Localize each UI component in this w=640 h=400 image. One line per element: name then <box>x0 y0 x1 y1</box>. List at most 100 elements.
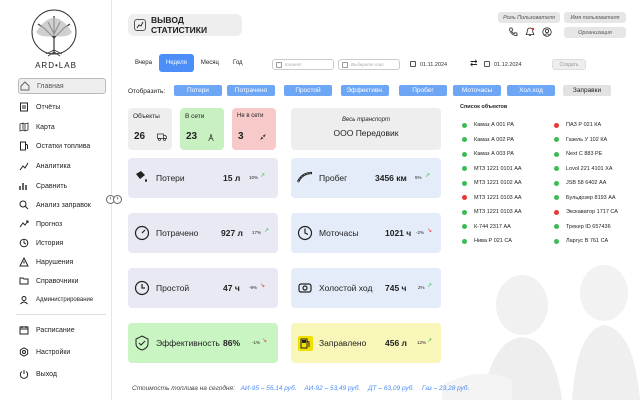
object-list-item[interactable]: МТЗ 1221 0103 АА <box>462 209 522 215</box>
sidebar-item-schedule[interactable]: Расписание <box>18 322 106 338</box>
object-list-item[interactable]: МТЗ 1221 0101 АА <box>462 166 522 172</box>
sidebar-item-history[interactable]: История <box>18 235 106 251</box>
user-name[interactable]: Имя пользователя <box>564 12 626 23</box>
object-list-item[interactable]: Трекер ID 657436 <box>554 224 611 230</box>
tab-yesterday[interactable]: Вчера <box>128 54 159 72</box>
metric-card-idle[interactable]: Простой 47 ч -9% ↘ <box>128 268 278 308</box>
phone-icon[interactable] <box>508 27 518 37</box>
metric-card-losses[interactable]: Потери 15 л 10% ↗ <box>128 158 278 198</box>
metric-value: 47 ч <box>223 283 240 293</box>
object-list-item[interactable]: Экскаватор 1717 СА <box>554 209 618 215</box>
object-list-item[interactable]: Нива Р 021 СА <box>462 238 512 244</box>
object-list-item[interactable]: Камаз А 001 РА <box>462 122 514 128</box>
object-list-item[interactable]: Бульдозер 8193 АА <box>554 195 616 201</box>
sidebar-item-refuel[interactable]: Анализ заправок <box>18 197 106 213</box>
offline-card[interactable]: Не в сети 3 <box>232 108 276 150</box>
metric-pct: 2% <box>418 285 425 290</box>
object-list-item[interactable]: Next С 883 РЕ <box>554 151 602 157</box>
metric-card-refueled[interactable]: Заправлено 456 л 12% ↗ <box>291 323 441 363</box>
object-name: МТЗ 1221 0101 АА <box>474 165 522 172</box>
object-list-item[interactable]: Газель У 102 КА <box>554 137 607 143</box>
sidebar: ARD•LAB Главная Отчёты Карта Остатки топ… <box>0 0 112 400</box>
history-icon <box>18 237 30 249</box>
metric-card-mileage[interactable]: Пробег 3456 км 5% ↗ <box>291 158 441 198</box>
metric-card-motohours[interactable]: Моточасы 1021 ч -2% ↘ <box>291 213 441 253</box>
online-card[interactable]: В сети 23 <box>180 108 224 150</box>
metric-value: 86% <box>223 338 241 348</box>
metric-card-spent[interactable]: Потрачено 927 л 17% ↗ <box>128 213 278 253</box>
swap-dates-icon[interactable]: ⇄ <box>470 58 478 69</box>
object-name: МТЗ 1221 0102 АА <box>474 180 522 186</box>
period-tabs: Вчера Неделя Месяц Год <box>128 54 250 72</box>
object-list-item[interactable]: Ларгус В 761 СА <box>554 238 608 244</box>
filter-chip-idle-run[interactable]: Хол.ход <box>507 85 555 96</box>
organization[interactable]: Организация <box>564 27 626 38</box>
transport-card[interactable]: Весь транспорт ООО Передовик <box>291 108 441 150</box>
user-icon[interactable] <box>542 27 552 37</box>
sidebar-item-violations[interactable]: Нарушения <box>18 254 106 270</box>
object-list-item[interactable]: ПАЗ Р 021 КА <box>554 122 601 128</box>
admin-icon <box>18 294 30 306</box>
object-name: Next С 883 РЕ <box>566 151 603 157</box>
object-name: Камаз А 002 РА <box>474 136 514 143</box>
object-list-item[interactable]: Камаз А 002 РА <box>462 137 514 143</box>
chart-icon <box>134 19 146 31</box>
metric-label: Пробег <box>319 173 348 183</box>
date-to-field[interactable]: 01.12.2024 <box>482 59 540 70</box>
sidebar-item-forecast[interactable]: Прогноз <box>18 216 106 232</box>
trend-up-icon: ↗ <box>427 283 433 289</box>
object-list-item[interactable]: Камаз А 003 РА <box>462 151 514 157</box>
filter-chip-efficiency[interactable]: Эффективн. <box>341 85 389 96</box>
brand-name: ARD•LAB <box>35 61 77 70</box>
sidebar-item-label: Выход <box>36 370 57 378</box>
filter-chip-motohours[interactable]: Моточасы <box>453 85 501 96</box>
tab-year[interactable]: Год <box>226 54 250 72</box>
metric-label: Холостой ход <box>319 283 373 293</box>
sidebar-item-directory[interactable]: Справочники <box>18 273 106 289</box>
object-list-item[interactable]: JSB 58 6402 АА <box>554 180 606 186</box>
trend-up-icon: ↗ <box>260 173 266 179</box>
sidebar-item-compare[interactable]: Сравнить <box>18 178 106 194</box>
filter-chip-idle[interactable]: Простой <box>284 85 332 96</box>
filter-chip-losses[interactable]: Потери <box>174 85 222 96</box>
user-role[interactable]: Роль Пользователя <box>498 12 560 23</box>
tab-month[interactable]: Месяц <box>194 54 226 72</box>
filter-chip-mileage[interactable]: Пробег <box>399 85 447 96</box>
refuel-icon <box>18 199 30 211</box>
type-select[interactable]: Выберите тип <box>338 59 400 70</box>
object-name: К-744 2317 АА <box>474 223 511 230</box>
client-select[interactable]: Клиент <box>272 59 334 70</box>
sidebar-item-map[interactable]: Карта <box>18 119 106 135</box>
sidebar-item-reports[interactable]: Отчёты <box>18 99 106 115</box>
client-placeholder: Клиент <box>285 62 302 67</box>
fuel-prices-label: Стоимость топлива на сегодня: <box>132 385 235 392</box>
sidebar-item-settings[interactable]: Настройки <box>18 344 106 360</box>
sidebar-item-label: История <box>36 239 64 247</box>
sidebar-item-analytics[interactable]: Аналитика <box>18 158 106 174</box>
metric-value: 15 л <box>223 173 241 183</box>
calendar-icon <box>410 61 416 67</box>
sidebar-item-admin[interactable]: Администрирование <box>18 292 106 308</box>
object-list-item[interactable]: МТЗ 1221 0103 АА <box>462 195 522 201</box>
metric-card-efficiency[interactable]: Эффективность 86% -1% ↘ <box>128 323 278 363</box>
object-list-item[interactable]: К-744 2317 АА <box>462 224 511 230</box>
tab-week[interactable]: Неделя <box>158 54 194 72</box>
object-list-item[interactable]: Lovol 221 4101 ХА <box>554 166 612 172</box>
date-to-value: 01.12.2024 <box>494 61 522 68</box>
filter-chip-refuels[interactable]: Заправки <box>563 85 611 96</box>
objects-count-card[interactable]: Объекты 26 <box>128 108 172 150</box>
date-from-field[interactable]: 01.11.2024 <box>408 59 464 70</box>
idle-icon <box>134 280 150 296</box>
metric-card-idle-run[interactable]: Холостой ход 745 ч 2% ↗ <box>291 268 441 308</box>
sidebar-item-fuel[interactable]: Остатки топлива <box>18 138 106 154</box>
sidebar-item-logout[interactable]: Выход <box>18 366 106 382</box>
filter-chip-spent[interactable]: Потрачено <box>227 85 275 96</box>
sidebar-item-home[interactable]: Главная <box>18 78 106 94</box>
create-button[interactable]: Создать <box>552 59 586 70</box>
object-list-item[interactable]: МТЗ 1221 0102 АА <box>462 180 522 186</box>
objects-list: Список объектов <box>456 104 640 118</box>
home-icon <box>19 80 31 92</box>
gauge-icon <box>134 225 150 241</box>
sidebar-item-label: Администрирование <box>36 297 94 303</box>
bell-icon[interactable] <box>525 27 535 37</box>
